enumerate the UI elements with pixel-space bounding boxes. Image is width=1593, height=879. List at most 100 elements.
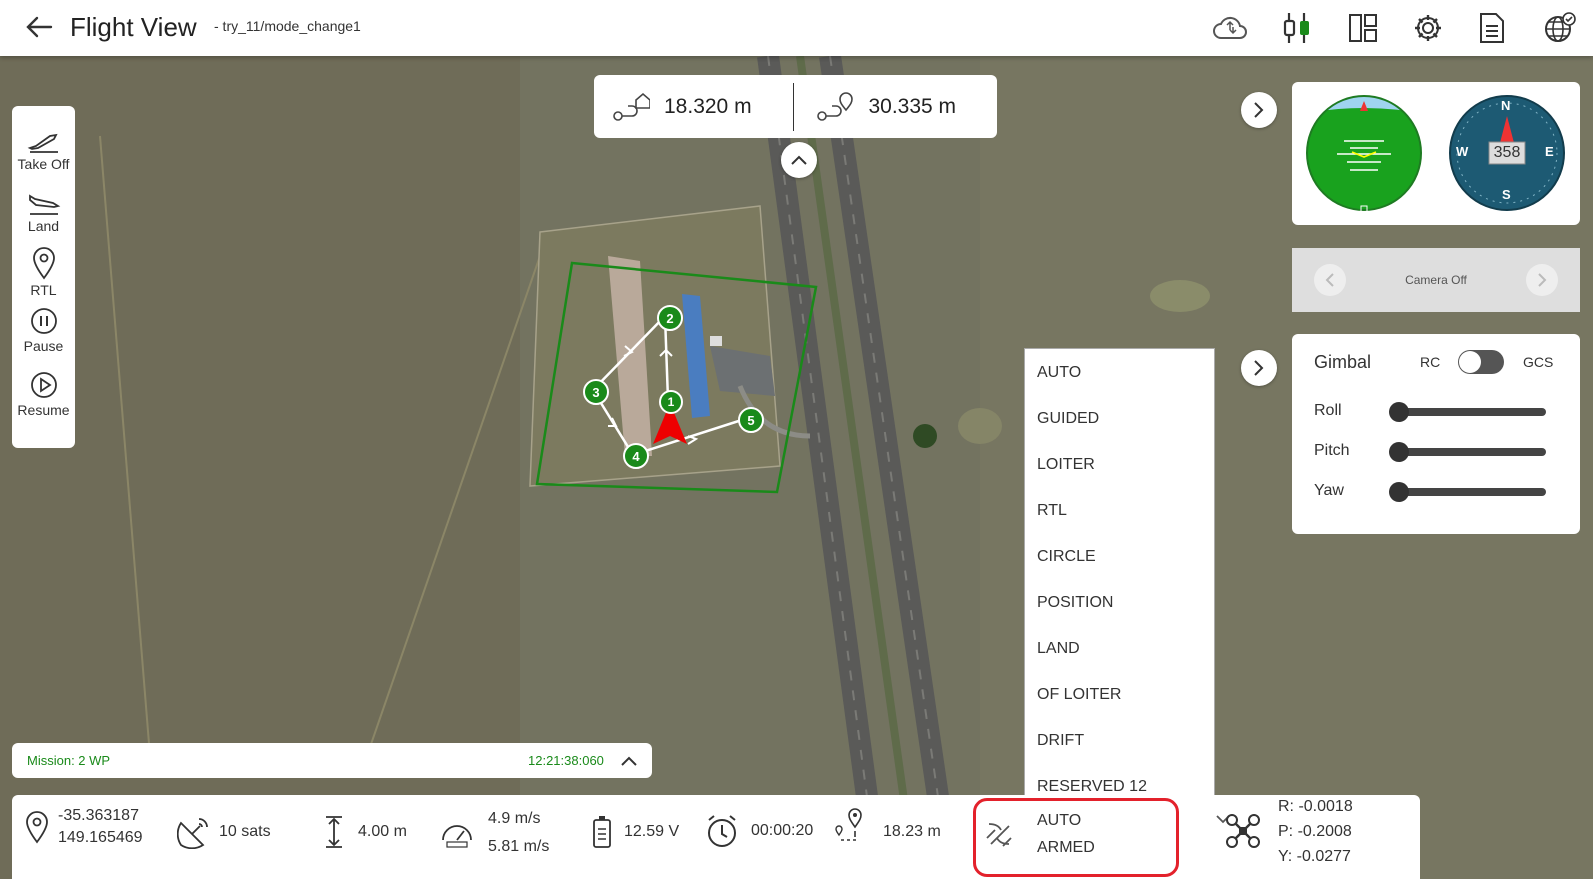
home-route-icon (613, 92, 650, 121)
pause-label: Pause (23, 338, 64, 354)
speedometer-icon (442, 825, 472, 848)
takeoff-button[interactable]: Take Off (12, 126, 75, 172)
waypoint-distance: 30.335 m (794, 90, 997, 124)
expand-gimbal-button[interactable] (1241, 350, 1277, 386)
telemetry-status-bar: -35.363187 149.165469 10 sats 4.00 m 4.9… (12, 795, 1420, 879)
distance-to-home: 18.23 m (835, 807, 941, 843)
connection-icon[interactable] (1277, 8, 1317, 48)
compass-south-label: S (1502, 187, 1511, 202)
attitude-values: R: -0.0018 P: -0.2008 Y: -0.0277 (1278, 794, 1353, 869)
mode-option[interactable]: LAND (1025, 629, 1214, 675)
flight-actions-toolbar: Take Off Land RTL Pause Resume (12, 106, 75, 448)
mode-option[interactable]: GUIDED (1025, 399, 1214, 445)
layout-icon[interactable] (1343, 8, 1383, 48)
compass-north-label: N (1501, 98, 1511, 113)
alarm-clock-icon (708, 815, 736, 847)
mode-option[interactable]: POSITION (1025, 583, 1214, 629)
document-icon[interactable] (1472, 8, 1512, 48)
camera-prev-button[interactable] (1314, 264, 1346, 296)
satellites-value: 10 sats (219, 823, 271, 840)
camera-status-label: Camera Off (1405, 273, 1467, 287)
flight-timer: 00:00:20 (705, 813, 813, 849)
expand-instruments-button[interactable] (1241, 92, 1277, 128)
mission-time: 12:21:38:060 (528, 753, 604, 768)
mode-option[interactable]: DRIFT (1025, 721, 1214, 767)
toggle-knob (1459, 351, 1481, 373)
waypoint-marker[interactable]: 3 (583, 379, 609, 405)
compass-west-label: W (1456, 144, 1469, 159)
page-title: Flight View (70, 12, 197, 42)
mission-bar: Mission: 2 WP 12:21:38:060 (12, 743, 652, 778)
mission-expand-button[interactable] (618, 751, 640, 771)
resume-button[interactable]: Resume (12, 370, 75, 418)
speed: 4.9 m/s 5.81 m/s (440, 805, 549, 861)
attitude-indicator (1306, 95, 1422, 213)
pitch-value: P: -0.2008 (1278, 823, 1352, 840)
battery-voltage-value: 12.59 V (624, 823, 680, 840)
takeoff-icon (27, 133, 58, 153)
mode-highlight-box (973, 798, 1179, 877)
roll-label: Roll (1314, 402, 1342, 419)
takeoff-label: Take Off (17, 156, 70, 172)
rtl-button[interactable]: RTL (12, 246, 75, 298)
mode-option[interactable]: CIRCLE (1025, 537, 1214, 583)
quadcopter-icon (1226, 814, 1260, 848)
camera-next-button[interactable] (1526, 264, 1558, 296)
globe-check-icon[interactable] (1540, 8, 1580, 48)
chevron-right-icon (1254, 102, 1264, 118)
rtl-label: RTL (30, 282, 57, 298)
pause-icon (30, 308, 57, 334)
waypoint-marker[interactable]: 4 (623, 443, 649, 469)
gimbal-title: Gimbal (1314, 352, 1372, 372)
cloud-sync-icon[interactable] (1210, 8, 1250, 48)
waypoint-route-icon (817, 91, 854, 121)
resume-icon (30, 372, 57, 398)
roll-slider[interactable] (1389, 402, 1546, 422)
satellites: 10 sats (177, 815, 271, 849)
compass-heading: 358 (1493, 144, 1521, 161)
land-button[interactable]: Land (12, 188, 75, 234)
gimbal-rc-label: RC (1420, 354, 1441, 370)
waypoint-marker[interactable]: 2 (657, 305, 683, 331)
gimbal-gcs-label: GCS (1523, 354, 1554, 370)
mode-option[interactable]: AUTO (1025, 353, 1214, 399)
roll-value: R: -0.0018 (1278, 798, 1353, 815)
settings-icon[interactable] (1408, 8, 1448, 48)
slider-thumb[interactable] (1389, 402, 1409, 422)
waypoint-distance-value: 30.335 m (868, 94, 957, 118)
compass-east-label: E (1545, 144, 1554, 159)
mode-option[interactable]: OF LOITER (1025, 675, 1214, 721)
back-arrow-icon[interactable] (22, 10, 56, 44)
app-header: Flight View - try_11/mode_change1 (0, 0, 1593, 56)
yaw-label: Yaw (1314, 482, 1344, 499)
altitude-icon (326, 816, 342, 848)
flight-mode-dropdown: AUTO GUIDED LOITER RTL CIRCLE POSITION L… (1024, 348, 1215, 806)
distance-pin-icon (835, 808, 862, 841)
pause-button[interactable]: Pause (12, 306, 75, 354)
yaw-slider[interactable] (1389, 482, 1546, 502)
longitude-value: 149.165469 (58, 829, 143, 846)
camera-panel: Camera Off (1292, 248, 1580, 312)
waypoint-marker[interactable]: 1 (659, 390, 683, 414)
distance-to-home-value: 18.23 m (883, 823, 941, 840)
slider-thumb[interactable] (1389, 442, 1409, 462)
gimbal-mode-toggle[interactable] (1458, 350, 1504, 374)
waypoint-marker[interactable]: 5 (738, 407, 764, 433)
chevron-left-icon (1325, 273, 1334, 287)
resume-label: Resume (17, 402, 70, 418)
home-distance-value: 18.320 m (664, 94, 752, 118)
home-distance: 18.320 m (594, 90, 793, 124)
collapse-distance-button[interactable] (781, 142, 817, 178)
slider-thumb[interactable] (1389, 482, 1409, 502)
mode-option[interactable]: LOITER (1025, 445, 1214, 491)
land-label: Land (27, 218, 60, 234)
altitude-value: 4.00 m (358, 823, 407, 840)
satellite-dish-icon (177, 818, 208, 849)
location-pin-icon (26, 811, 48, 844)
mode-option[interactable]: RTL (1025, 491, 1214, 537)
distance-panel: 18.320 m 30.335 m (594, 75, 997, 138)
pitch-slider[interactable] (1389, 442, 1546, 462)
chevron-up-icon (791, 155, 807, 165)
yaw-value: Y: -0.0277 (1278, 848, 1351, 865)
ground-speed-value: 4.9 m/s (488, 810, 541, 827)
